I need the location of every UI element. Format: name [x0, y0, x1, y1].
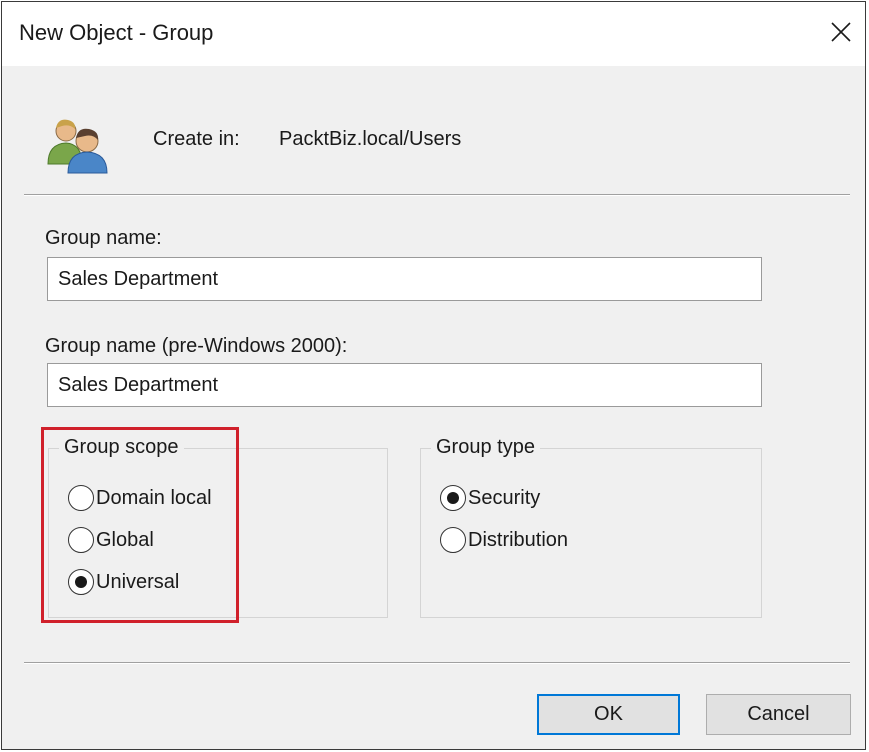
- close-icon: [831, 22, 851, 42]
- cancel-button[interactable]: Cancel: [706, 694, 851, 735]
- radio-label: Distribution: [468, 528, 569, 551]
- create-in-row: Create in: PacktBiz.local/Users: [2, 102, 865, 174]
- ok-button[interactable]: OK: [537, 694, 680, 735]
- users-group-icon: [47, 119, 108, 174]
- radio-button-checked[interactable]: [440, 485, 466, 511]
- new-object-group-dialog: New Object - Group Create in: PacktBiz.l…: [1, 1, 866, 750]
- close-button[interactable]: [823, 12, 859, 52]
- group-name-label: Group name:: [45, 227, 162, 249]
- group-name-pre2000-input[interactable]: Sales Department: [47, 363, 762, 407]
- separator-bottom: [24, 662, 850, 664]
- group-scope-highlight: [41, 427, 239, 623]
- group-type-legend: Group type: [431, 436, 540, 459]
- group-name-input[interactable]: Sales Department: [47, 257, 762, 301]
- radio-label: Security: [468, 486, 541, 509]
- radio-distribution[interactable]: Distribution: [440, 527, 568, 553]
- title-bar: New Object - Group: [2, 2, 865, 66]
- radio-button[interactable]: [440, 527, 466, 553]
- radio-security[interactable]: Security: [440, 485, 540, 511]
- create-in-label: Create in:: [153, 128, 240, 150]
- group-name-pre2000-label: Group name (pre-Windows 2000):: [45, 335, 348, 357]
- separator-top: [24, 194, 850, 196]
- window-title: New Object - Group: [19, 20, 214, 45]
- group-type-box: Group type Security Distribution: [420, 436, 762, 618]
- create-in-path: PacktBiz.local/Users: [279, 128, 462, 150]
